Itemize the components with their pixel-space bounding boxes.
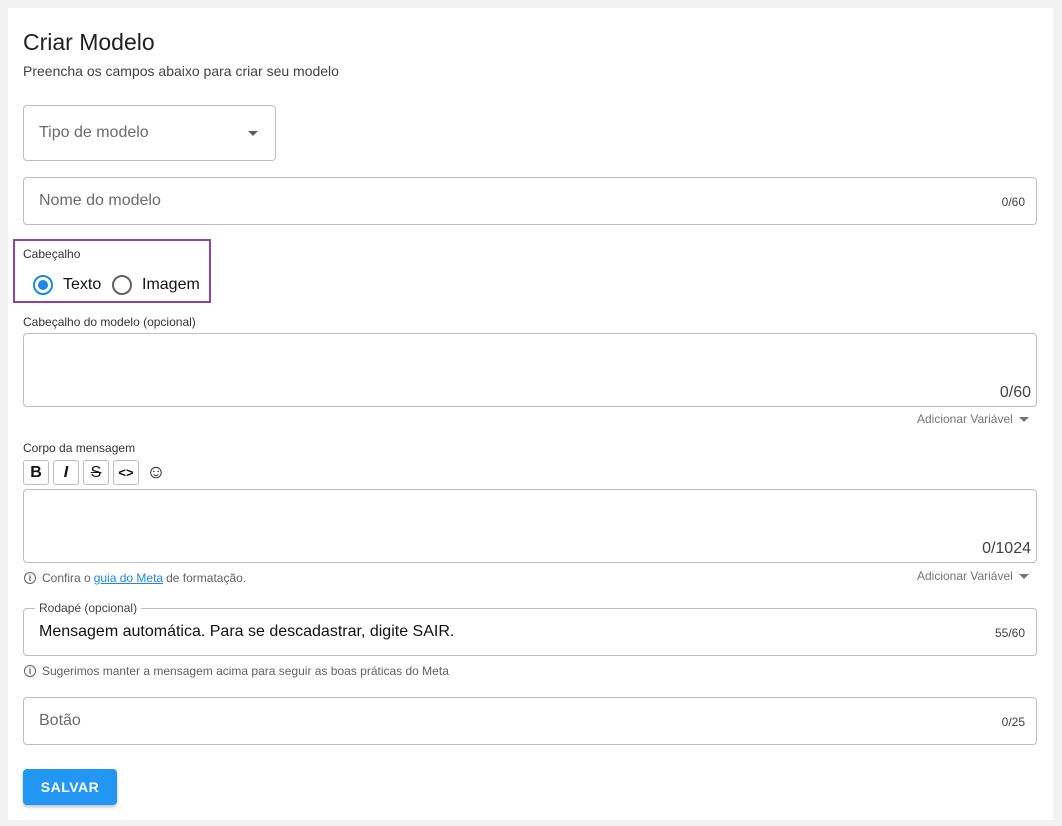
save-button[interactable]: SALVAR xyxy=(23,769,117,805)
button-text-placeholder: Botão xyxy=(39,712,81,729)
italic-button[interactable]: I xyxy=(53,460,79,485)
chevron-down-icon xyxy=(1018,574,1029,580)
model-name-input[interactable]: Nome do modelo 0/60 xyxy=(23,177,1037,225)
model-name-counter: 0/60 xyxy=(1001,195,1025,209)
meta-guide-link[interactable]: guia do Meta xyxy=(94,571,163,585)
info-icon: i xyxy=(24,572,36,584)
radio-texto[interactable] xyxy=(33,275,53,295)
add-variable-label: Adicionar Variável xyxy=(917,569,1013,583)
italic-icon: I xyxy=(63,463,69,481)
chevron-down-icon xyxy=(1018,417,1029,423)
model-header-counter: 0/60 xyxy=(999,384,1031,401)
emoji-icon: ☺ xyxy=(146,461,166,483)
footer-label: Rodapé (opcional) xyxy=(35,601,142,615)
add-variable-label: Adicionar Variável xyxy=(917,412,1013,426)
footer-input[interactable]: Mensagem automática. Para se descadastra… xyxy=(23,608,1037,656)
page-title: Criar Modelo xyxy=(23,29,155,55)
model-type-placeholder: Tipo de modelo xyxy=(39,124,149,141)
radio-imagem[interactable] xyxy=(112,275,132,295)
add-variable-header-button[interactable]: Adicionar Variável xyxy=(917,412,1029,426)
bold-icon: B xyxy=(30,463,42,481)
radio-imagem-label[interactable]: Imagem xyxy=(142,276,200,294)
header-type-label: Cabeçalho xyxy=(23,247,81,261)
code-icon: <> xyxy=(118,465,134,480)
model-name-placeholder: Nome do modelo xyxy=(39,192,161,209)
button-text-counter: 0/25 xyxy=(1001,715,1025,729)
footer-hint: i Sugerimos manter a mensagem acima para… xyxy=(24,664,449,678)
bold-button[interactable]: B xyxy=(23,460,49,485)
message-body-label: Corpo da mensagem xyxy=(23,441,136,455)
page-subtitle: Preencha os campos abaixo para criar seu… xyxy=(23,63,339,79)
radio-texto-label[interactable]: Texto xyxy=(63,276,101,294)
footer-value: Mensagem automática. Para se descadastra… xyxy=(39,623,455,640)
code-button[interactable]: <> xyxy=(113,460,139,485)
footer-hint-text: Sugerimos manter a mensagem acima para s… xyxy=(42,664,449,678)
chevron-down-icon xyxy=(248,131,258,136)
format-hint-suffix: de formatação. xyxy=(166,571,247,585)
format-hint: i Confira o guia do Meta de formatação. xyxy=(24,571,246,585)
button-text-input[interactable]: Botão 0/25 xyxy=(23,697,1037,745)
message-body-textarea[interactable]: 0/1024 xyxy=(23,489,1037,563)
add-variable-body-button[interactable]: Adicionar Variável xyxy=(917,569,1029,583)
model-header-textarea[interactable]: 0/60 xyxy=(23,333,1037,407)
footer-counter: 55/60 xyxy=(994,626,1025,640)
emoji-button[interactable]: ☺ xyxy=(143,460,169,485)
info-icon: i xyxy=(24,665,36,677)
model-type-select[interactable]: Tipo de modelo xyxy=(23,105,276,161)
strikethrough-button[interactable]: S xyxy=(83,460,109,485)
strikethrough-icon: S xyxy=(90,463,102,481)
model-header-label: Cabeçalho do modelo (opcional) xyxy=(23,315,196,329)
format-hint-prefix: Confira o xyxy=(42,571,91,585)
message-body-counter: 0/1024 xyxy=(982,540,1031,557)
